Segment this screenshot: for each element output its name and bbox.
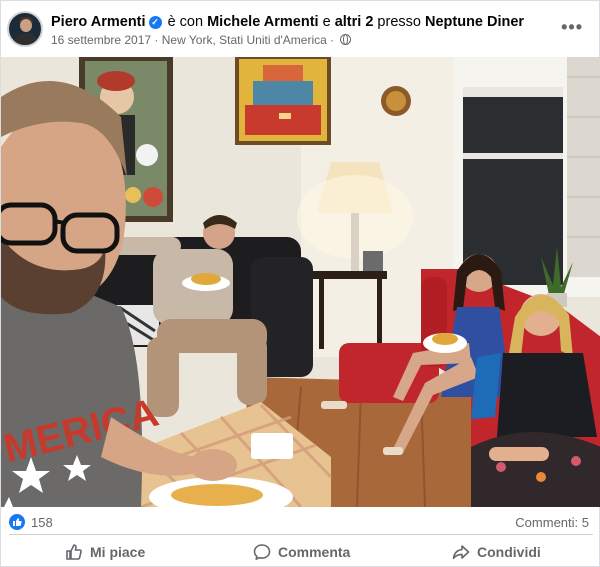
post-header: Piero Armenti ✓ è con Michele Armenti e a… [1,1,600,57]
meta-separator-2: · [330,33,335,47]
globe-icon [340,34,352,45]
comments-count[interactable]: Commenti: 5 [515,515,589,530]
comment-button[interactable]: Commenta [253,539,350,565]
post-title-line: Piero Armenti ✓ è con Michele Armenti e a… [51,14,524,30]
verified-badge-icon: ✓ [148,16,162,29]
with-text: è con [167,14,204,30]
share-button[interactable]: Condividi [452,539,541,565]
others-link[interactable]: altri 2 [335,14,374,30]
place-link[interactable]: Neptune Diner [425,14,524,30]
post-actions: Mi piace Commenta Condividi [1,535,600,567]
tagged-person[interactable]: Michele Armenti [207,14,318,30]
comment-bubble-icon [253,544,271,560]
reactions-bar: 158 Commenti: 5 [1,509,600,535]
author-name[interactable]: Piero Armenti [51,14,146,30]
like-count[interactable]: 158 [31,515,53,530]
more-options-icon[interactable]: ••• [561,17,583,38]
at-text: presso [377,14,421,30]
post-photo[interactable]: MERICA [1,57,600,507]
and-text: e [322,14,331,30]
share-arrow-icon [452,545,470,560]
like-button[interactable]: Mi piace [65,539,145,565]
facebook-post: Piero Armenti ✓ è con Michele Armenti e a… [0,0,600,567]
photo-illustration: MERICA [1,57,600,507]
post-meta-line: 16 settembre 2017 · New York, Stati Unit… [51,33,352,47]
thumbs-up-icon [66,544,82,560]
like-reaction-icon[interactable] [9,514,25,530]
author-avatar[interactable] [7,11,43,47]
share-button-label: Condividi [477,544,541,560]
post-location[interactable]: New York, Stati Uniti d'America [162,33,327,47]
comment-button-label: Commenta [278,544,351,560]
post-date[interactable]: 16 settembre 2017 [51,33,151,47]
meta-separator: · [154,33,159,47]
like-button-label: Mi piace [90,544,146,560]
